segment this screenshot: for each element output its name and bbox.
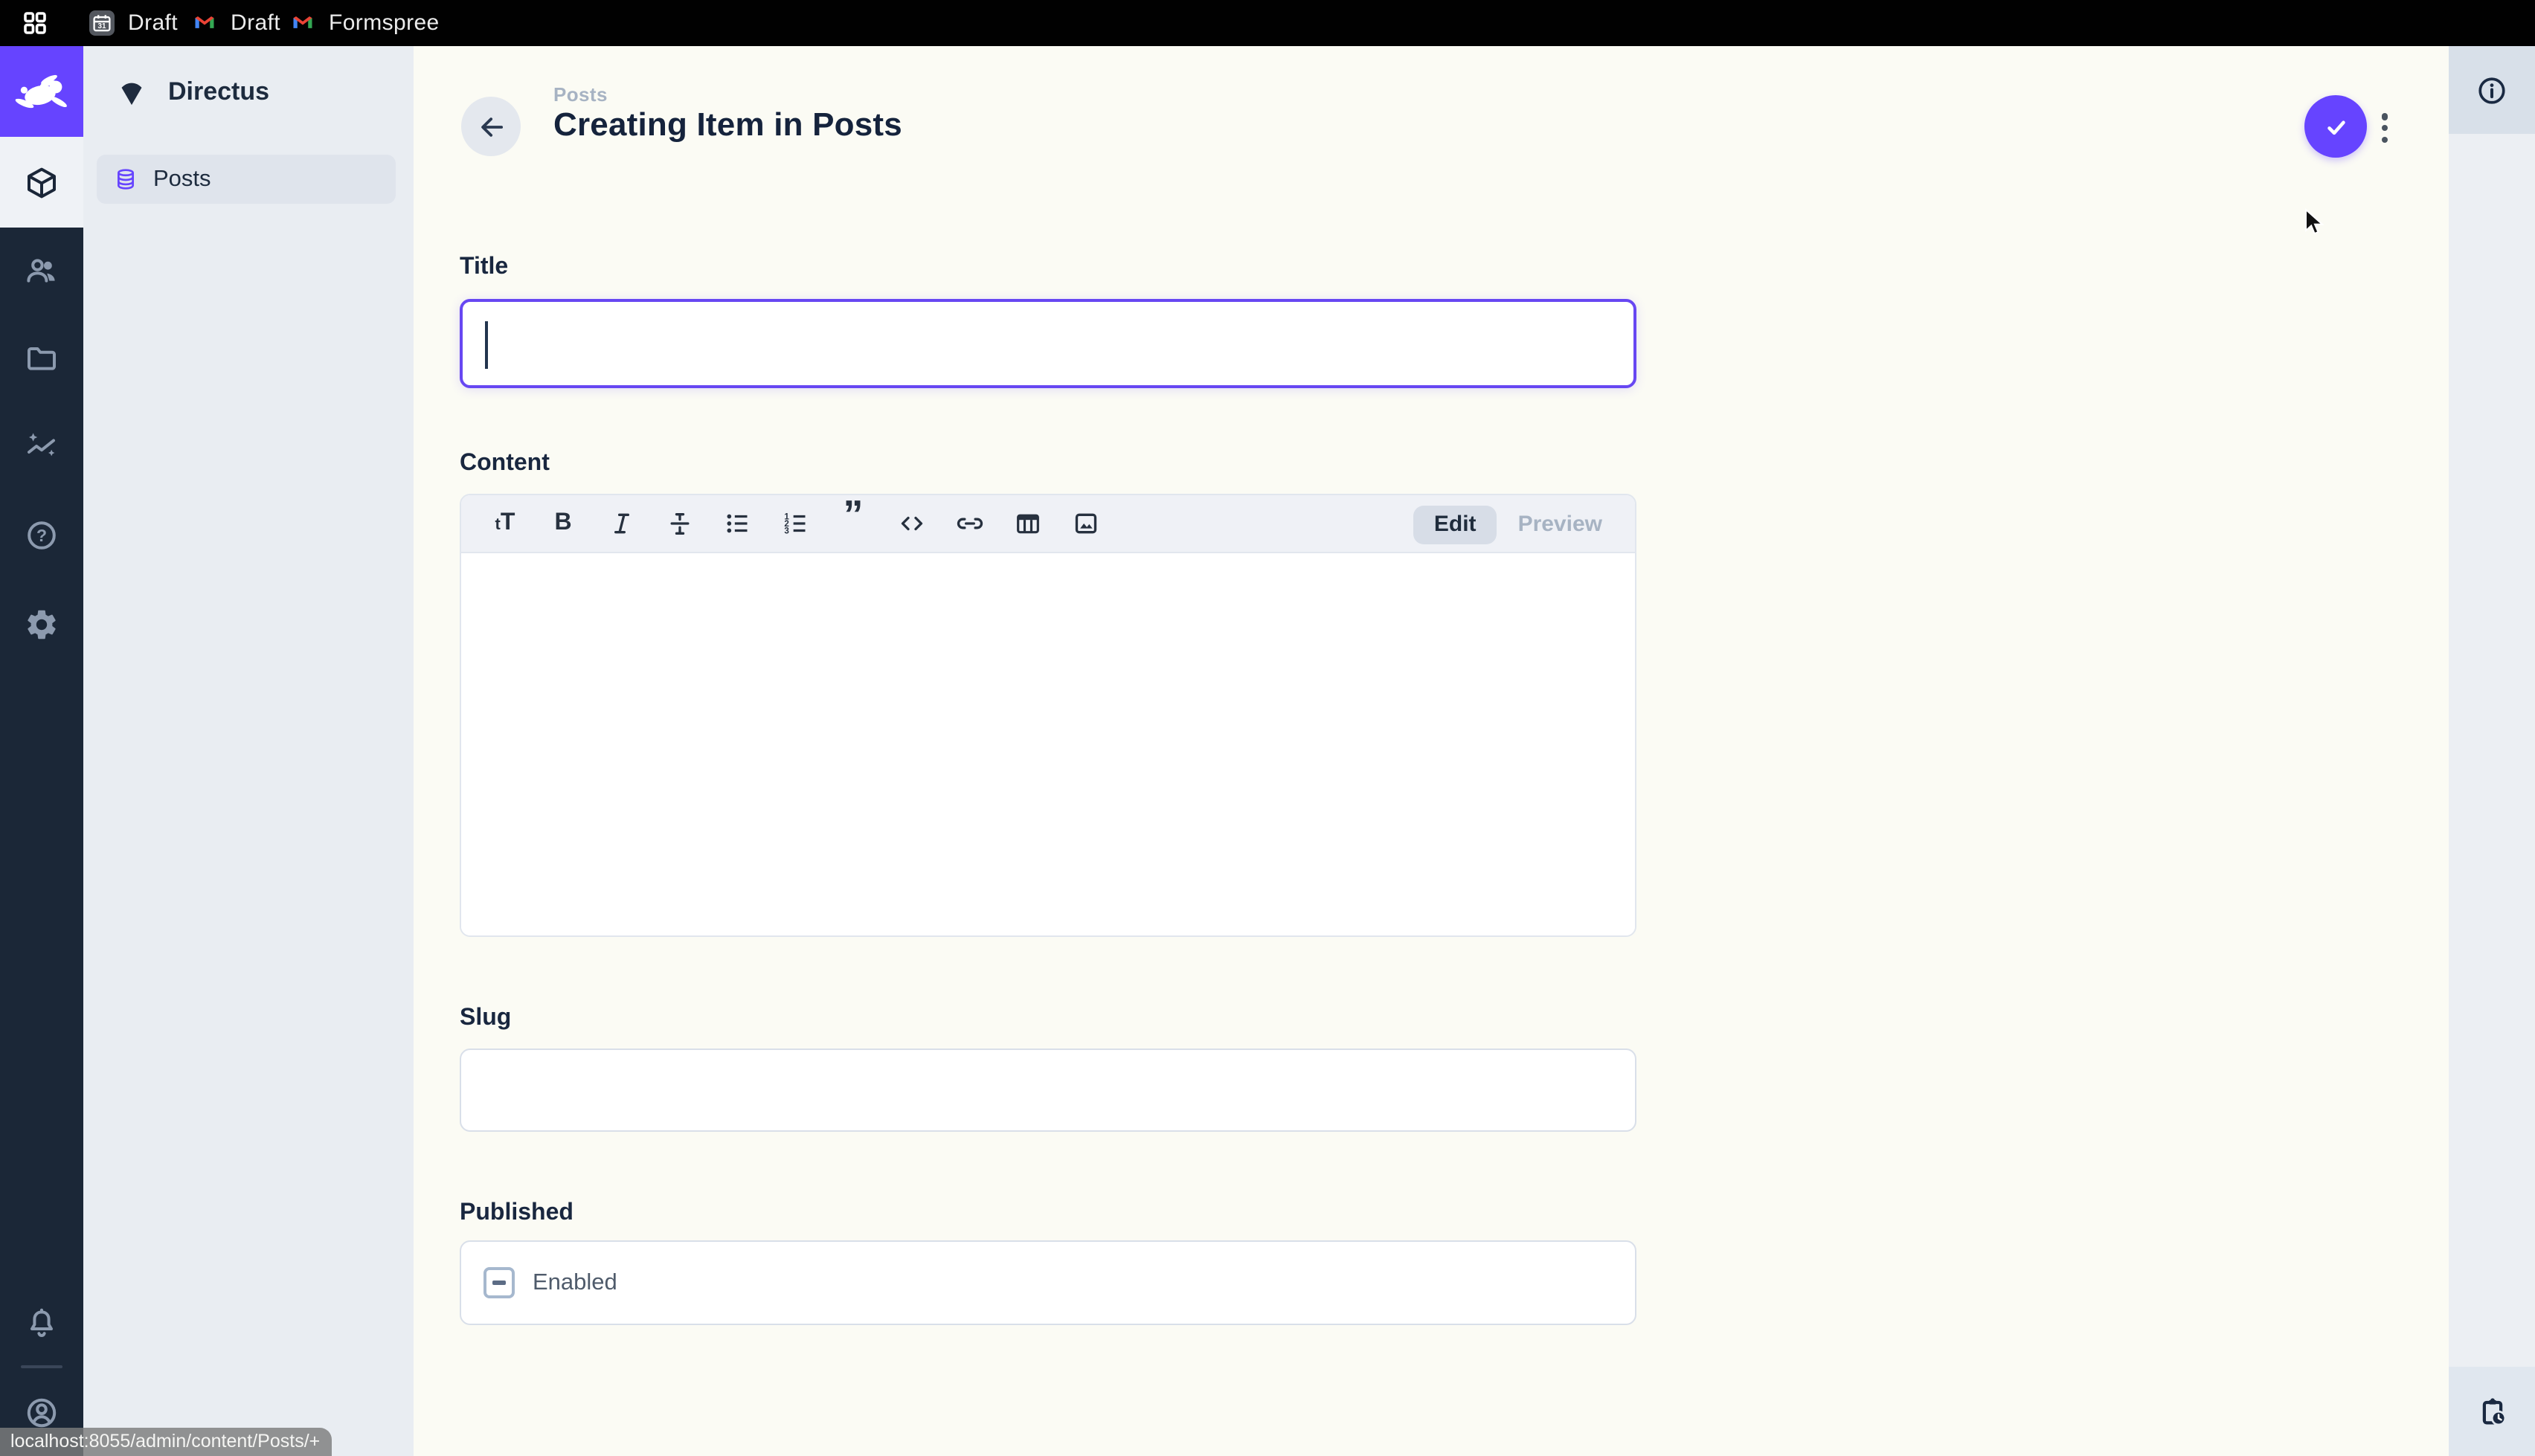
sidebar-section-revisions[interactable]: [2449, 1367, 2535, 1456]
bold-icon[interactable]: B: [534, 495, 592, 553]
rail-divider: [21, 1365, 62, 1368]
code-icon[interactable]: [882, 495, 940, 553]
title-input[interactable]: [460, 299, 1636, 388]
info-icon: [2475, 74, 2508, 106]
project-header[interactable]: Directus: [83, 46, 414, 137]
tab-groups-icon[interactable]: [24, 12, 46, 34]
page-title: Creating Item in Posts: [553, 106, 902, 144]
strikethrough-icon[interactable]: [650, 495, 708, 553]
back-button[interactable]: [461, 97, 521, 156]
tab-title: Draft: [128, 10, 178, 36]
module-item-content[interactable]: [0, 137, 83, 228]
help-icon: ?: [24, 518, 60, 553]
checkbox-label: Enabled: [533, 1269, 617, 1296]
navigation-sidebar: [83, 46, 414, 1456]
gmail-icon: [192, 10, 217, 36]
blockquote-icon[interactable]: ”: [824, 495, 882, 553]
gmail-icon: [290, 10, 315, 36]
link-icon[interactable]: [940, 495, 998, 553]
module-item-users[interactable]: [0, 235, 83, 306]
sidebar-item-label: Posts: [153, 166, 211, 193]
editor-toolbar: tT B: [461, 495, 1635, 553]
edit-tab[interactable]: Edit: [1413, 505, 1497, 544]
editor-view-tabs: Edit Preview: [1413, 505, 1623, 544]
browser-tab[interactable]: Formspree: [290, 0, 440, 46]
tab-title: Formspree: [329, 10, 440, 36]
text-caret: [485, 321, 487, 369]
more-options-button[interactable]: [2376, 113, 2394, 143]
users-icon: [24, 253, 60, 289]
field-label-title: Title: [460, 254, 508, 281]
bulleted-list-icon[interactable]: [708, 495, 766, 553]
save-button[interactable]: [2304, 95, 2367, 158]
browser-tab[interactable]: 31 Draft: [89, 0, 178, 46]
bell-icon: [24, 1306, 60, 1341]
insights-icon: [24, 428, 60, 464]
browser-tab-bar: 31 Draft Draft: [0, 0, 2535, 46]
svg-text:3: 3: [783, 526, 788, 536]
arrow-left-icon: [475, 111, 507, 142]
slug-input[interactable]: [460, 1048, 1636, 1132]
notifications-button[interactable]: [0, 1288, 83, 1359]
sidebar-section-info[interactable]: [2449, 46, 2535, 134]
app-window: 31 Draft Draft: [0, 0, 2535, 1456]
field-label-slug: Slug: [460, 1005, 511, 1032]
sidebar-item-posts[interactable]: Posts: [97, 155, 396, 204]
italic-icon[interactable]: [592, 495, 650, 553]
box-icon: [24, 164, 60, 200]
editor-body[interactable]: [461, 553, 1635, 935]
module-item-settings[interactable]: [0, 589, 83, 660]
module-item-files[interactable]: [0, 323, 83, 394]
svg-text:31: 31: [98, 22, 106, 30]
preview-tab[interactable]: Preview: [1497, 505, 1623, 544]
project-name: Directus: [168, 77, 269, 106]
field-label-published: Published: [460, 1200, 573, 1227]
format-size-icon[interactable]: tT: [476, 495, 534, 553]
browser-tab[interactable]: Draft: [192, 0, 280, 46]
fan-icon: [116, 77, 147, 106]
mouse-cursor: [2304, 208, 2324, 236]
svg-text:?: ?: [36, 526, 47, 545]
tab-title: Draft: [231, 10, 280, 36]
gear-icon: [24, 607, 60, 642]
table-icon[interactable]: [998, 495, 1056, 553]
module-item-insights[interactable]: [0, 410, 83, 482]
numbered-list-icon[interactable]: 123: [766, 495, 824, 553]
image-icon[interactable]: [1056, 495, 1114, 553]
wysiwyg-editor: tT B: [460, 494, 1636, 937]
published-toggle-box: Enabled: [460, 1240, 1636, 1325]
calendar-icon: 31: [89, 10, 115, 36]
directus-logo-button[interactable]: [0, 46, 83, 137]
database-icon: [113, 167, 138, 192]
avatar-icon: [24, 1395, 60, 1431]
breadcrumb[interactable]: Posts: [553, 83, 608, 106]
indeterminate-checkbox-icon[interactable]: [483, 1267, 515, 1298]
revisions-clipboard-icon: [2475, 1394, 2509, 1428]
field-label-content: Content: [460, 451, 550, 477]
folder-icon: [24, 341, 60, 376]
module-item-docs[interactable]: ?: [0, 500, 83, 571]
check-icon: [2320, 111, 2351, 142]
directus-rabbit-logo: [13, 71, 70, 112]
status-url-tooltip: localhost:8055/admin/content/Posts/+: [0, 1428, 332, 1456]
right-sidebar: [2449, 46, 2535, 1456]
